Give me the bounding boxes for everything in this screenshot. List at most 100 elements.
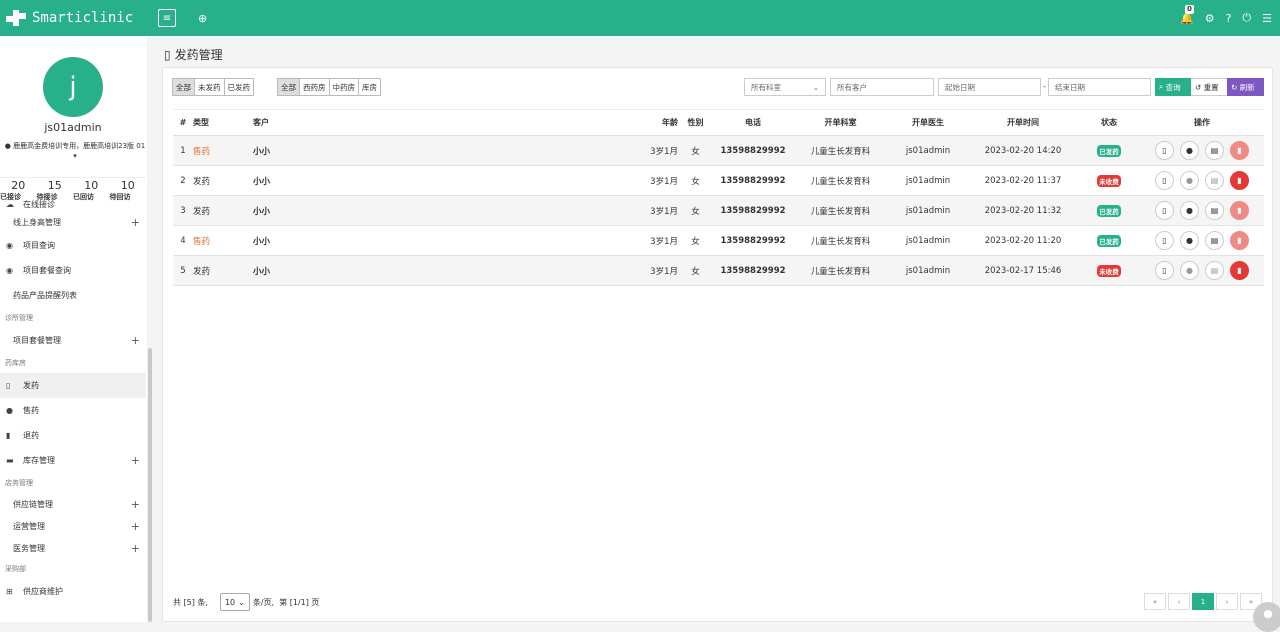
search-button-label: 查询 [1165,82,1181,92]
location-pin-icon: ● [4,142,11,150]
department-select[interactable]: 所有科室 ⌄ [744,78,826,96]
page-button-current[interactable]: 1 [1192,593,1214,610]
filter-room-storage[interactable]: 库房 [358,78,381,96]
cell-gender: 女 [678,165,713,196]
start-date-input[interactable]: 起始日期 [938,78,1041,96]
status-badge: 未收费 [1097,264,1121,277]
clinic-name: 鹿鹿高金费培训专用，鹿鹿高培训23版 01 [13,142,146,150]
cell-type: 发药 [193,165,253,196]
cell-gender: 女 [678,135,713,166]
view-detail-icon[interactable]: ● [1180,201,1199,220]
print-icon[interactable]: ▤ [1205,141,1224,160]
filter-status-dispensed[interactable]: 已发药 [223,78,254,96]
table-row[interactable]: 5 发药 小小 3岁1月 女 13598829992 儿童生长发育科 js01a… [173,255,1264,286]
list-menu-icon[interactable]: ☰ [1262,12,1272,25]
print-icon[interactable]: ▤ [1205,261,1224,280]
notification-count: 0 [1185,4,1194,14]
dispense-bottle-icon[interactable]: ▯ [1155,171,1174,190]
view-detail-icon[interactable]: ● [1180,231,1199,250]
sidebar-item-height[interactable]: 线上身高管理 + [0,211,146,233]
cell-actions: ▯ ● ▤ ▮ [1140,165,1264,196]
sidebar-item-online[interactable]: ☁ 在线接诊 [0,197,146,211]
avatar[interactable]: j [43,57,103,117]
cell-customer[interactable]: 小小 [253,225,573,256]
cell-actions: ▯ ● ▤ ▮ [1140,225,1264,256]
delete-icon[interactable]: ▮ [1230,201,1249,220]
cell-type: 发药 [193,255,253,286]
view-detail-icon[interactable]: ● [1180,261,1199,280]
logo-icon [6,9,26,27]
table-row[interactable]: 3 发药 小小 3岁1月 女 13598829992 儿童生长发育科 js01a… [173,195,1264,226]
view-detail-icon[interactable]: ● [1180,171,1199,190]
cell-doctor: js01admin [888,165,968,196]
reset-button[interactable]: ↺ 重置 [1191,78,1227,96]
notification-bell-icon[interactable]: 🔔 0 [1180,4,1194,25]
sidebar-item-stock[interactable]: ▬ 库存管理 + [0,448,146,473]
cell-customer[interactable]: 小小 [253,135,573,166]
view-detail-icon[interactable]: ● [1180,141,1199,160]
cell-customer[interactable]: 小小 [253,165,573,196]
cell-type: 发药 [193,195,253,226]
table-row[interactable]: 4 售药 小小 3岁1月 女 13598829992 儿童生长发育科 js01a… [173,225,1264,256]
print-icon[interactable]: ▤ [1205,231,1224,250]
sidebar-item-return[interactable]: ▮ 退药 [0,423,146,448]
cell-customer[interactable]: 小小 [253,195,573,226]
filter-status-undispensed[interactable]: 未发药 [194,78,225,96]
settings-gear-icon[interactable]: ⚙ [1205,12,1215,25]
print-icon[interactable]: ▤ [1205,171,1224,190]
sidebar-item-sell[interactable]: ● 售药 [0,398,146,423]
delete-icon[interactable]: ▮ [1230,141,1249,160]
filter-status-all[interactable]: 全部 [172,78,195,96]
sidebar-item-label: 供应商维护 [23,587,63,596]
chat-float-button[interactable]: ● [1253,602,1280,632]
power-icon[interactable]: ⏻ [1242,11,1251,25]
dispense-bottle-icon[interactable]: ▯ [1155,201,1174,220]
app-logo[interactable]: Smarticlinic [6,9,152,27]
cell-actions: ▯ ● ▤ ▮ [1140,255,1264,286]
delete-icon[interactable]: ▮ [1230,171,1249,190]
sidebar-item-supply[interactable]: 供应链管理 + [0,493,146,515]
menu-toggle-button[interactable]: ≡ [158,9,176,27]
cell-status: 已发药 [1078,195,1140,226]
sidebar-item-medical[interactable]: 医务管理 + [0,537,146,559]
sidebar-item-project-query[interactable]: ◉ 项目查询 [0,233,146,258]
sidebar-item-ops[interactable]: 运营管理 + [0,515,146,537]
delete-icon[interactable]: ▮ [1230,261,1249,280]
cell-phone: 13598829992 [713,225,793,256]
cell-gender: 女 [678,225,713,256]
room-filter-group: 全部 西药房 中药房 库房 [277,78,381,96]
print-icon[interactable]: ▤ [1205,201,1224,220]
filter-room-western[interactable]: 西药房 [299,78,330,96]
table-row[interactable]: 1 售药 小小 3岁1月 女 13598829992 儿童生长发育科 js01a… [173,135,1264,166]
prev-page-button[interactable]: ‹ [1168,593,1190,610]
help-icon[interactable]: ? [1226,12,1232,25]
sidebar-item-package-query[interactable]: ◉ 项目套餐查询 [0,258,146,283]
cell-customer[interactable]: 小小 [253,255,573,286]
app-title: Smarticlinic [32,10,134,26]
filter-room-all[interactable]: 全部 [277,78,300,96]
dispense-bottle-icon[interactable]: ▯ [1155,141,1174,160]
col-header-no: # [173,109,193,136]
sidebar-item-dispense[interactable]: ▯ 发药 [0,373,146,398]
cell-doctor: js01admin [888,195,968,226]
dispense-bottle-icon[interactable]: ▯ [1155,261,1174,280]
page-size-select[interactable]: 10 ⌄ [219,593,250,611]
filter-room-chinese[interactable]: 中药房 [328,78,359,96]
sidebar-item-supplier[interactable]: ⊞ 供应商维护 [0,579,146,604]
sidebar-item-drug-reminder[interactable]: 药品产品提醒列表 [0,283,146,308]
status-badge: 已发药 [1097,144,1121,157]
delete-icon[interactable]: ▮ [1230,231,1249,250]
sidebar-item-package-mgmt[interactable]: 项目套餐管理 + [0,328,146,353]
add-tab-icon[interactable]: ⊕ [198,12,207,25]
customer-input[interactable]: 所有客户 [830,78,934,96]
search-button[interactable]: ⌕ 查询 [1155,78,1191,96]
page-info: 第 [1/1] 页 [279,597,320,607]
refresh-button[interactable]: ↻ 刷新 [1227,78,1264,96]
clinic-selector[interactable]: ● 鹿鹿高金费培训专用，鹿鹿高培训23版 01 ▾ [4,141,146,161]
col-header-customer: 客户 [253,109,573,136]
end-date-input[interactable]: 结束日期 [1048,78,1151,96]
first-page-button[interactable]: « [1144,593,1166,610]
table-row[interactable]: 2 发药 小小 3岁1月 女 13598829992 儿童生长发育科 js01a… [173,165,1264,196]
next-page-button[interactable]: › [1216,593,1238,610]
dispense-bottle-icon[interactable]: ▯ [1155,231,1174,250]
